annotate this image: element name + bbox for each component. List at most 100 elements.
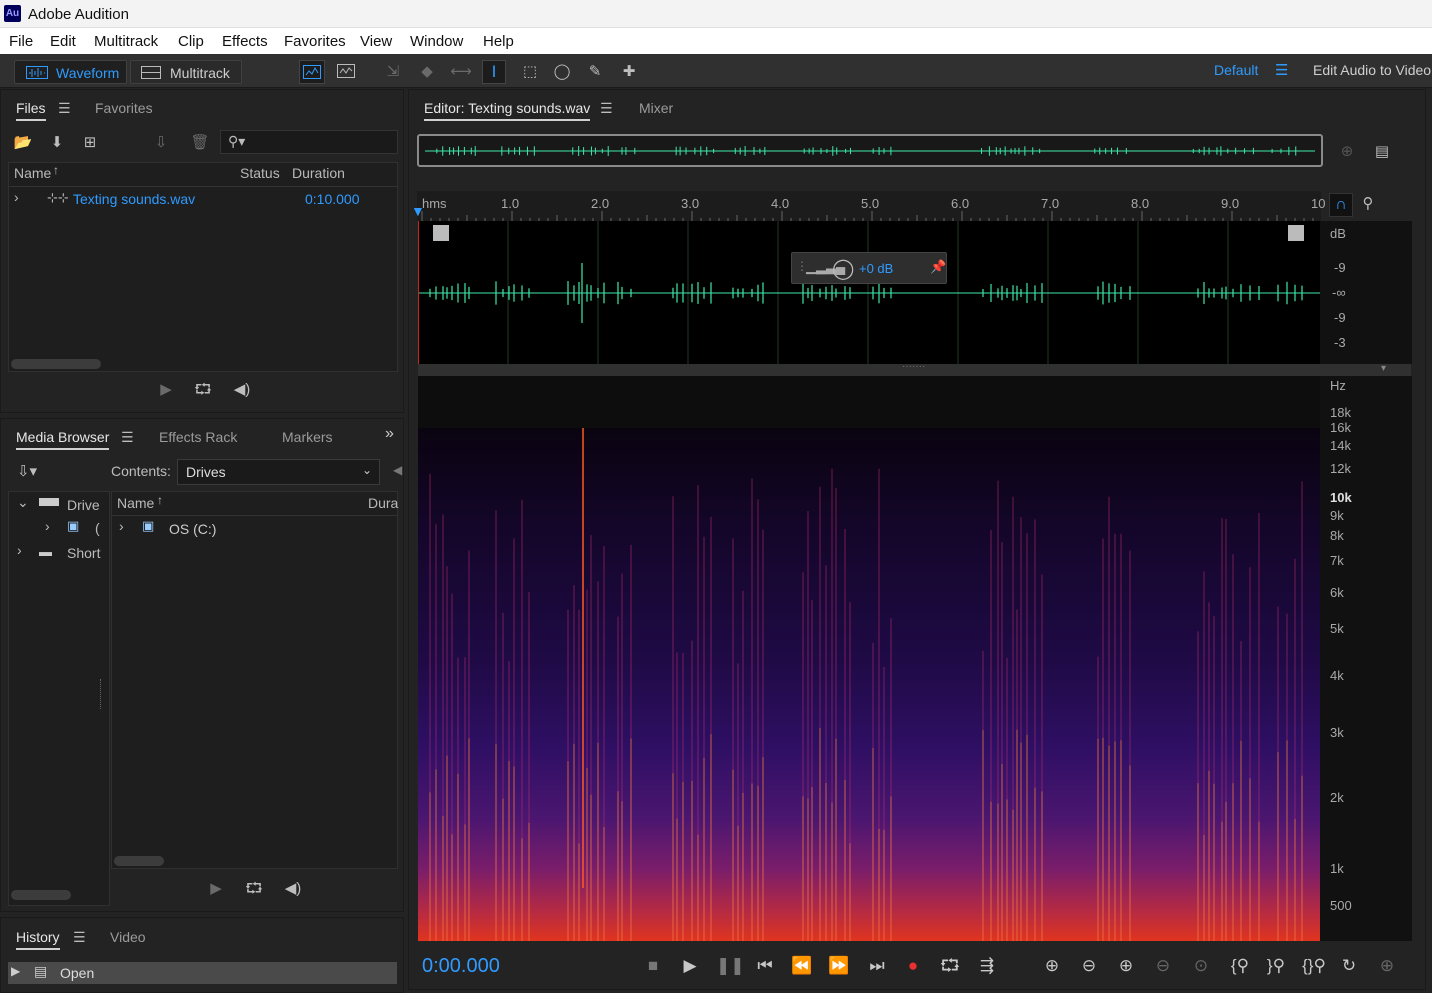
zoom-in-amplitude-icon[interactable]: ⊕ (1040, 955, 1064, 977)
expand-chevron-icon[interactable]: › (14, 189, 19, 205)
files-search-input[interactable]: ⚲▾ (220, 130, 398, 154)
tab-files[interactable]: Files (16, 100, 46, 121)
menu-help[interactable]: Help (483, 33, 514, 50)
tab-favorites[interactable]: Favorites (95, 100, 153, 116)
file-row[interactable]: › ⊹⊹ Texting sounds.wav 0:10.000 (9, 187, 397, 211)
waveform-display[interactable]: ⋮ ▁▂▃▄ ◯ +0 dB 📌 (418, 221, 1320, 364)
collapse-tree-icon[interactable]: ◀ (393, 463, 402, 477)
tree-horizontal-scrollbar[interactable] (11, 890, 71, 900)
menu-favorites[interactable]: Favorites (284, 33, 346, 50)
fast-forward-icon[interactable]: ⏩ (827, 955, 851, 977)
preview-loop-icon[interactable]: ⮔ (242, 879, 266, 899)
tab-history[interactable]: History (16, 929, 60, 950)
tree-drives[interactable]: Drive (67, 497, 100, 513)
workspace-default[interactable]: Default (1214, 62, 1258, 78)
preview-loop-icon[interactable]: ⮔ (191, 380, 215, 400)
collapse-chevron-icon[interactable]: ⌄ (17, 494, 29, 511)
contents-dropdown[interactable]: Drives ⌄ (177, 459, 380, 485)
delete-icon[interactable]: 🗑 (188, 133, 212, 153)
move-tool-icon[interactable]: ⇲ (380, 62, 406, 82)
gain-knob-icon[interactable]: ◯ (832, 256, 854, 281)
tab-video[interactable]: Video (110, 929, 146, 945)
marquee-tool-icon[interactable]: ⬚ (518, 62, 542, 82)
insert-into-multitrack-icon[interactable]: ⇩ (148, 133, 174, 153)
zoom-in-time-icon[interactable]: ⊕ (1114, 955, 1138, 977)
files-horizontal-scrollbar[interactable] (11, 359, 101, 369)
current-time-display[interactable]: 0:00.000 (422, 955, 500, 978)
preview-play-icon[interactable]: ▶ (204, 879, 228, 899)
skip-to-start-icon[interactable]: ⏮ (753, 955, 777, 977)
menu-file[interactable]: File (9, 33, 33, 50)
tree-shortcuts[interactable]: Short (67, 545, 100, 561)
marker-pin-icon[interactable]: ⚲ (1357, 194, 1379, 214)
zoom-out-amplitude-icon[interactable]: ⊖ (1077, 955, 1101, 977)
menu-view[interactable]: View (360, 33, 392, 50)
hud-gain-value[interactable]: +0 dB (859, 261, 893, 276)
razor-tool-icon[interactable]: ◆ (414, 62, 440, 82)
import-file-icon[interactable]: ⬇ (45, 133, 69, 153)
column-status[interactable]: Status (240, 165, 280, 181)
zoom-out-time-icon[interactable]: ⊖ (1151, 955, 1175, 977)
preview-play-icon[interactable]: ▶ (154, 380, 178, 400)
display-options-icon[interactable]: ▤ (1369, 142, 1395, 162)
panel-splitter[interactable] (100, 679, 104, 709)
fade-in-handle[interactable] (433, 225, 449, 241)
multitrack-view-button[interactable]: Multitrack (130, 60, 242, 84)
chevron-down-icon[interactable]: ▾ (1381, 363, 1386, 374)
spectral-frequency-display[interactable] (418, 376, 1320, 941)
lasso-tool-icon[interactable]: ◯ (550, 62, 574, 82)
column-duration[interactable]: Dura (368, 495, 398, 511)
fade-out-handle[interactable] (1288, 225, 1304, 241)
column-name[interactable]: Name (117, 495, 154, 511)
zoom-out-point-icon[interactable]: }⚲ (1264, 955, 1288, 977)
menu-multitrack[interactable]: Multitrack (94, 33, 158, 50)
zoom-reset-icon[interactable]: ↻ (1337, 955, 1361, 977)
playhead-marker-icon[interactable]: ▼ (411, 204, 425, 218)
download-icon[interactable]: ⇩▾ (13, 462, 41, 482)
pause-icon[interactable]: ❚❚ (716, 955, 745, 977)
snap-magnet-icon[interactable]: ∩ (1329, 193, 1353, 217)
column-duration[interactable]: Duration (292, 165, 345, 181)
loop-playback-icon[interactable]: ⮔ (938, 955, 962, 977)
zoom-in-point-icon[interactable]: {⚲ (1228, 955, 1252, 977)
column-name[interactable]: Name (14, 165, 51, 181)
menu-effects[interactable]: Effects (222, 33, 268, 50)
waveform-view-button[interactable]: Waveform (14, 60, 127, 84)
menu-edit[interactable]: Edit (50, 33, 76, 50)
expand-chevron-icon[interactable]: › (17, 542, 22, 558)
menu-clip[interactable]: Clip (178, 33, 204, 50)
media-browser-menu-icon[interactable]: ☰ (121, 429, 134, 446)
workspace-edit-audio-to-video[interactable]: Edit Audio to Video (1313, 62, 1431, 78)
media-item-os-drive[interactable]: OS (C:) (169, 521, 216, 537)
overview-navigator[interactable] (417, 134, 1323, 167)
more-panels-icon[interactable]: » (385, 425, 394, 443)
brush-tool-icon[interactable]: ✎ (583, 62, 607, 82)
time-selection-tool[interactable]: I (482, 60, 506, 84)
zoom-frequency-icon[interactable]: ⊕ (1375, 955, 1399, 977)
expand-chevron-icon[interactable]: › (119, 518, 124, 534)
preview-autoplay-icon[interactable]: ◀) (278, 879, 308, 899)
view-splitter[interactable]: ······· ▾ (418, 361, 1411, 376)
editor-panel-menu-icon[interactable]: ☰ (600, 100, 613, 117)
media-horizontal-scrollbar[interactable] (114, 856, 164, 866)
preview-autoplay-icon[interactable]: ◀) (227, 380, 257, 400)
tab-media-browser[interactable]: Media Browser (16, 429, 110, 450)
zoom-navigator-icon[interactable]: ⊕ (1334, 142, 1360, 162)
hud-gain-control[interactable]: ⋮ ▁▂▃▄ ◯ +0 dB 📌 (791, 252, 947, 284)
spectral-frequency-toggle[interactable] (299, 60, 325, 84)
play-icon[interactable]: ▶ (678, 955, 702, 977)
time-ruler[interactable]: hms 1.0 2.0 3.0 4.0 5.0 6.0 7.0 8.0 9.0 … (417, 191, 1325, 221)
open-file-icon[interactable]: 📂 (11, 133, 35, 153)
tab-markers[interactable]: Markers (282, 429, 333, 445)
tab-mixer[interactable]: Mixer (639, 100, 673, 116)
menu-window[interactable]: Window (410, 33, 463, 50)
spot-healing-tool-icon[interactable]: ✚ (617, 62, 641, 82)
skip-selection-icon[interactable]: ⇶ (975, 955, 999, 977)
zoom-selection-icon[interactable]: ⊙ (1189, 955, 1213, 977)
rewind-icon[interactable]: ⏪ (790, 955, 814, 977)
slip-tool-icon[interactable]: ⟷ (447, 62, 475, 82)
zoom-out-full-icon[interactable]: {}⚲ (1299, 955, 1329, 977)
file-name[interactable]: Texting sounds.wav (73, 191, 195, 207)
new-file-icon[interactable]: ⊞ (77, 133, 103, 153)
spectral-pitch-toggle[interactable] (333, 60, 359, 84)
